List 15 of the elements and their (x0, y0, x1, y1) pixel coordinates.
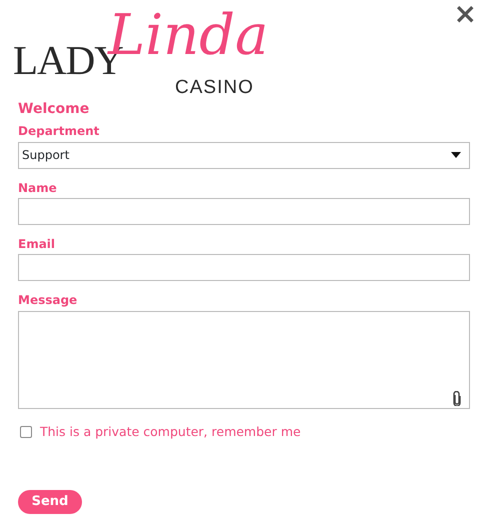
paperclip-icon[interactable] (453, 390, 461, 406)
field-label: Department (18, 124, 100, 139)
input-field[interactable] (18, 198, 470, 225)
message-field[interactable] (18, 310, 470, 409)
field-label: Name (18, 180, 58, 195)
close-button[interactable]: × (454, 0, 477, 28)
logo-subtitle: CASINO (175, 78, 254, 97)
field-label: Email (18, 236, 56, 252)
field-label: Message (18, 293, 78, 308)
input-field[interactable] (18, 254, 470, 282)
form-heading: Welcome (18, 100, 90, 118)
checkbox-label: This is a private computer, remember me (40, 422, 301, 441)
caret-icon (451, 152, 461, 158)
checkbox[interactable] (20, 426, 32, 438)
department-select[interactable]: Support (18, 142, 470, 169)
